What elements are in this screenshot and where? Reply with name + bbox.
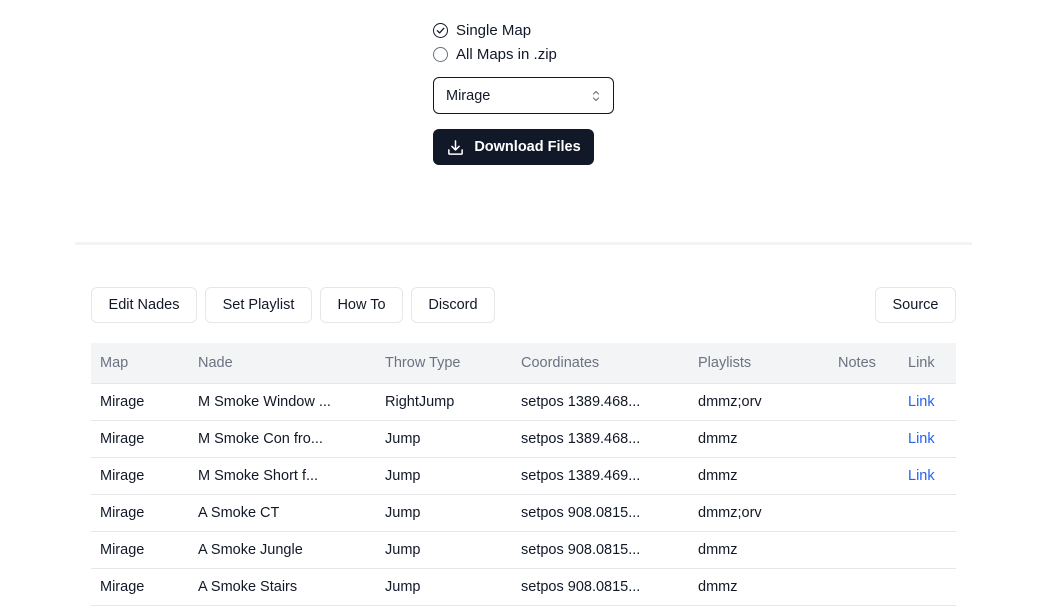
cell-coordinates: setpos 1389.468...: [521, 431, 641, 447]
cell-nade: A Smoke Stairs: [198, 579, 298, 595]
cell-coordinates: setpos 908.0815...: [521, 579, 641, 595]
table-row[interactable]: Mirage A Smoke Stairs Jump setpos 908.08…: [91, 569, 956, 606]
cell-coordinates: setpos 1389.469...: [521, 468, 641, 484]
cell-throw-type: Jump: [385, 505, 421, 521]
download-panel: Single Map All Maps in .zip Mirage Downl…: [433, 18, 614, 165]
cell-nade: M Smoke Short f...: [198, 468, 319, 484]
cell-map: Mirage: [100, 468, 145, 484]
column-header-notes[interactable]: Notes: [838, 355, 876, 371]
cell-map: Mirage: [100, 579, 145, 595]
radio-empty-icon[interactable]: [433, 46, 448, 62]
cell-nade: M Smoke Con fro...: [198, 431, 323, 447]
cell-coordinates: setpos 908.0815...: [521, 542, 641, 558]
cell-coordinates: setpos 908.0815...: [521, 505, 641, 521]
table-row[interactable]: Mirage A Smoke CT Jump setpos 908.0815..…: [91, 495, 956, 532]
table-row[interactable]: Mirage M Smoke Window ... RightJump setp…: [91, 384, 956, 421]
table-header: Map Nade Throw Type Coordinates Playlist…: [91, 343, 956, 384]
cell-map: Mirage: [100, 505, 145, 521]
map-select-value: Mirage: [446, 87, 491, 104]
cell-throw-type: Jump: [385, 431, 421, 447]
cell-nade: A Smoke CT: [198, 505, 280, 521]
cell-playlists: dmmz: [698, 431, 738, 447]
column-header-link[interactable]: Link: [908, 355, 935, 371]
cell-playlists: dmmz: [698, 579, 738, 595]
cell-playlists: dmmz;orv: [698, 505, 762, 521]
option-single-map-label: Single Map: [456, 21, 532, 39]
cell-coordinates: setpos 1389.468...: [521, 394, 641, 410]
cell-link[interactable]: Link: [908, 394, 935, 410]
chevron-up-down-icon: [592, 90, 600, 101]
cell-map: Mirage: [100, 431, 145, 447]
option-single-map[interactable]: Single Map: [433, 18, 614, 42]
table-row[interactable]: Mirage A Smoke Jungle Jump setpos 908.08…: [91, 532, 956, 569]
table-row[interactable]: Mirage M Smoke Short f... Jump setpos 13…: [91, 458, 956, 495]
discord-button[interactable]: Discord: [411, 287, 495, 323]
column-header-coordinates[interactable]: Coordinates: [521, 355, 599, 371]
section-divider: [75, 242, 972, 245]
cell-link[interactable]: Link: [908, 431, 935, 447]
cell-nade: A Smoke Jungle: [198, 542, 303, 558]
option-all-maps-label: All Maps in .zip: [456, 45, 557, 63]
cell-playlists: dmmz;orv: [698, 394, 762, 410]
source-button[interactable]: Source: [875, 287, 956, 323]
cell-map: Mirage: [100, 394, 145, 410]
download-icon: [448, 139, 464, 155]
cell-link[interactable]: Link: [908, 468, 935, 484]
how-to-button[interactable]: How To: [320, 287, 403, 323]
cell-nade: M Smoke Window ...: [198, 394, 331, 410]
cell-throw-type: Jump: [385, 468, 421, 484]
download-files-button[interactable]: Download Files: [433, 129, 594, 165]
cell-map: Mirage: [100, 542, 145, 558]
table-row[interactable]: Mirage M Smoke Con fro... Jump setpos 13…: [91, 421, 956, 458]
check-circle-icon[interactable]: [433, 22, 448, 38]
cell-throw-type: RightJump: [385, 394, 455, 410]
edit-nades-button[interactable]: Edit Nades: [91, 287, 197, 323]
column-header-map[interactable]: Map: [100, 355, 128, 371]
cell-playlists: dmmz: [698, 542, 738, 558]
nades-table: Map Nade Throw Type Coordinates Playlist…: [91, 343, 956, 606]
set-playlist-button[interactable]: Set Playlist: [205, 287, 312, 323]
download-files-label: Download Files: [474, 139, 581, 155]
map-select[interactable]: Mirage: [433, 77, 614, 114]
column-header-playlists[interactable]: Playlists: [698, 355, 751, 371]
cell-throw-type: Jump: [385, 579, 421, 595]
column-header-throw-type[interactable]: Throw Type: [385, 355, 461, 371]
cell-playlists: dmmz: [698, 468, 738, 484]
option-all-maps[interactable]: All Maps in .zip: [433, 42, 614, 66]
cell-throw-type: Jump: [385, 542, 421, 558]
column-header-nade[interactable]: Nade: [198, 355, 233, 371]
